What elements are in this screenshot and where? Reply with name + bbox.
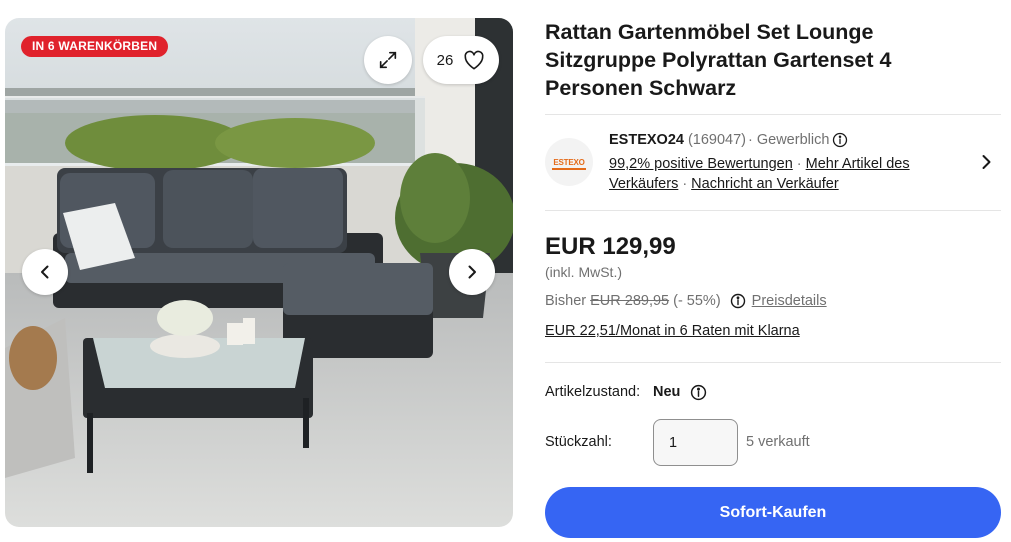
quantity-label: Stückzahl: [545, 434, 612, 450]
seller-links: 99,2% positive Bewertungen · Mehr Artikel … [609, 154, 959, 194]
info-icon[interactable] [832, 132, 848, 148]
divider [545, 114, 1001, 115]
seller-chevron-right-icon[interactable] [978, 153, 994, 176]
chevron-right-icon [464, 264, 480, 280]
separator: · [796, 156, 802, 172]
quantity-input[interactable] [653, 419, 738, 466]
price: EUR 129,99 [545, 233, 676, 260]
seller-logo[interactable]: ESTEXO [545, 138, 593, 186]
seller-type: · Gewerblich [748, 132, 830, 148]
klarna-installments-link[interactable]: EUR 22,51/Monat in 6 Raten mit Klarna [545, 323, 800, 339]
condition-value: Neu [653, 384, 681, 400]
buy-now-button[interactable]: Sofort-Kaufen [545, 487, 1001, 538]
previous-image-button[interactable] [22, 249, 68, 295]
sold-count: 5 verkauft [746, 434, 810, 450]
was-label: Bisher [545, 293, 587, 309]
in-carts-badge: IN 6 WARENKÖRBEN [21, 36, 169, 57]
separator: · [682, 176, 688, 192]
expand-icon [377, 49, 399, 71]
condition-label: Artikelzustand: [545, 384, 641, 400]
product-title: Rattan Gartenmöbel Set Lounge Sitzgruppe… [545, 20, 892, 100]
product-photo[interactable] [5, 18, 513, 527]
chevron-left-icon [37, 264, 53, 280]
seller-name[interactable]: ESTEXO24 [609, 130, 684, 150]
was-price-line: Bisher EUR 289,95 (- 55%) Preisdetails [545, 293, 827, 309]
divider [545, 362, 1001, 363]
watch-count: 26 [436, 51, 454, 69]
expand-button[interactable] [364, 36, 412, 84]
divider [545, 210, 1001, 211]
info-icon[interactable] [690, 384, 707, 401]
tax-note: (inkl. MwSt.) [545, 264, 622, 280]
seller-logo-text: ESTEXO [553, 157, 585, 167]
seller-logo-bar [552, 168, 586, 170]
contact-seller-link[interactable]: Nachricht an Verkäufer [691, 176, 839, 192]
heart-icon [463, 50, 485, 70]
next-image-button[interactable] [449, 249, 495, 295]
info-icon[interactable] [730, 293, 746, 309]
seller-info: ESTEXO24 (169047) · Gewerblich [609, 130, 848, 150]
watchlist-button[interactable]: 26 [423, 36, 499, 84]
positive-feedback-link[interactable]: 99,2% positive Bewertungen [609, 156, 793, 172]
discount: (- 55%) [673, 293, 721, 309]
price-details-link[interactable]: Preisdetails [752, 293, 827, 309]
product-image-gallery[interactable]: IN 6 WARENKÖRBEN 26 [5, 18, 513, 527]
seller-feedback-count: (169047) [687, 132, 746, 148]
was-price: EUR 289,95 [590, 293, 670, 309]
